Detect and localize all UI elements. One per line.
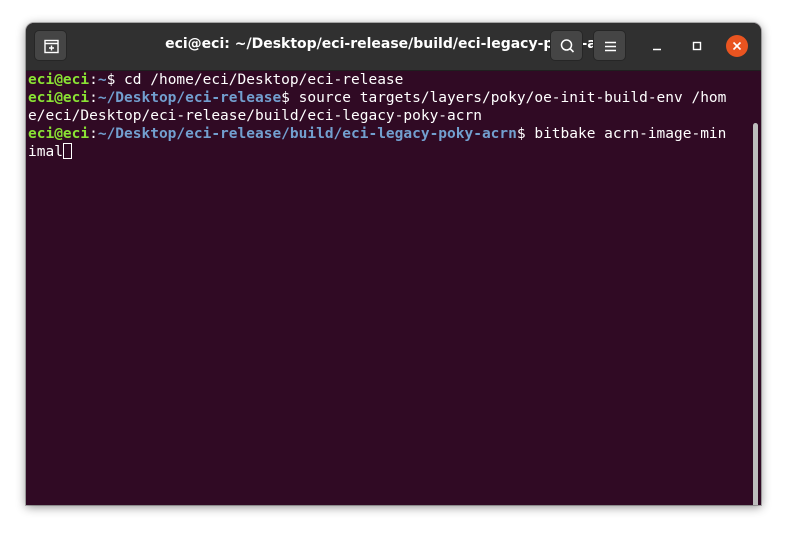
- menu-button[interactable]: [593, 30, 626, 61]
- prompt-user: eci@eci: [28, 126, 90, 142]
- prompt-symbol: $: [281, 90, 290, 106]
- prompt-path: ~: [97, 72, 107, 88]
- title-bar[interactable]: eci@eci: ~/Desktop/eci-release/build/eci…: [26, 23, 761, 71]
- terminal-output[interactable]: eci@eci:~$ cd /home/eci/Desktop/eci-rele…: [26, 71, 761, 505]
- prompt-symbol: $: [516, 126, 526, 142]
- prompt-path: ~/Desktop/eci-release: [97, 90, 282, 106]
- close-icon: [732, 41, 742, 51]
- maximize-button[interactable]: [686, 35, 708, 57]
- command-text: source targets/layers/poky/oe-init-build…: [289, 90, 727, 106]
- prompt-separator: :: [89, 72, 98, 88]
- command-text: cd /home/eci/Desktop/eci-release: [115, 72, 404, 88]
- hamburger-menu-icon: [605, 41, 616, 52]
- terminal-window: eci@eci: ~/Desktop/eci-release/build/eci…: [26, 23, 761, 505]
- minimize-button[interactable]: [646, 35, 668, 57]
- prompt-user: eci@eci: [28, 72, 90, 88]
- search-icon: [560, 39, 575, 53]
- new-tab-button[interactable]: [34, 30, 67, 61]
- close-button[interactable]: [726, 35, 748, 57]
- text-cursor: [62, 143, 72, 159]
- prompt-path: ~/Desktop/eci-release/build/eci-legacy-p…: [97, 126, 517, 142]
- terminal-line: eci@eci:~/Desktop/eci-release$ source ta…: [28, 89, 761, 107]
- command-text-wrapped: imal: [28, 144, 63, 160]
- prompt-separator: :: [89, 90, 98, 106]
- command-text-wrapped: e/eci/Desktop/eci-release/build/eci-lega…: [28, 108, 482, 124]
- terminal-line: e/eci/Desktop/eci-release/build/eci-lega…: [28, 107, 761, 125]
- terminal-line: eci@eci:~/Desktop/eci-release/build/eci-…: [28, 125, 761, 143]
- vertical-scrollbar[interactable]: [753, 123, 758, 505]
- terminal-line: imal: [28, 143, 761, 161]
- new-tab-icon: [44, 39, 59, 54]
- maximize-icon: [692, 41, 702, 51]
- prompt-separator: :: [89, 126, 98, 142]
- minimize-icon: [653, 48, 661, 51]
- search-button[interactable]: [550, 30, 583, 61]
- prompt-symbol: $: [106, 72, 116, 88]
- terminal-line: eci@eci:~$ cd /home/eci/Desktop/eci-rele…: [28, 71, 761, 89]
- command-text: bitbake acrn-image-min: [525, 126, 727, 142]
- prompt-user: eci@eci: [28, 90, 90, 106]
